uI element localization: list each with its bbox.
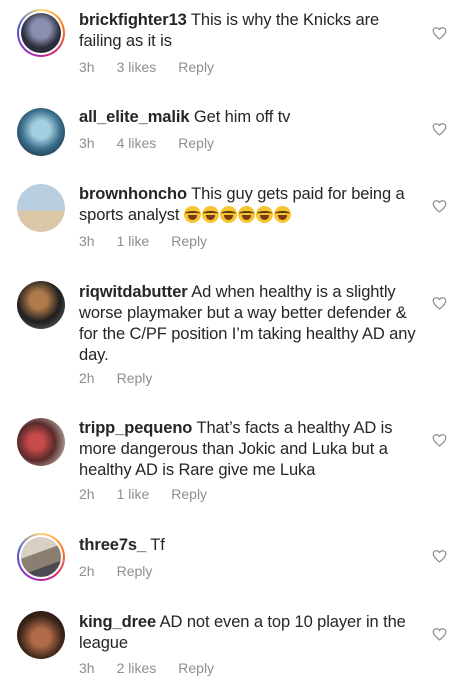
reply-button[interactable]: Reply [178, 59, 214, 75]
avatar-wrapper[interactable] [17, 281, 65, 329]
comment-likes[interactable]: 3 likes [117, 59, 157, 75]
heart-outline-icon[interactable] [432, 122, 447, 136]
heart-outline-icon[interactable] [432, 26, 447, 40]
avatar-wrapper[interactable] [17, 184, 65, 232]
reply-button[interactable]: Reply [178, 135, 214, 151]
reply-button[interactable]: Reply [117, 370, 153, 386]
comment-meta: 2h 1 like Reply [79, 486, 229, 502]
comment-username[interactable]: three7s_ [79, 536, 146, 554]
laughing-tears-emoji [273, 206, 291, 223]
comment-time: 2h [79, 486, 95, 502]
comment-meta: 3h 2 likes Reply [79, 660, 236, 676]
avatar [17, 281, 65, 329]
avatar-wrapper[interactable] [17, 611, 65, 659]
comment-time: 2h [79, 563, 95, 579]
heart-outline-icon[interactable] [432, 549, 447, 563]
laughing-tears-emoji [237, 206, 255, 223]
heart-outline-icon[interactable] [432, 627, 447, 641]
comment-username[interactable]: brownhoncho [79, 185, 187, 203]
comment-likes[interactable]: 1 like [117, 486, 150, 502]
heart-outline-icon[interactable] [432, 296, 447, 310]
comment-meta: 2h Reply [79, 370, 174, 386]
comment-meta: 3h 1 like Reply [79, 233, 229, 249]
avatar-wrapper[interactable] [17, 418, 65, 466]
reply-button[interactable]: Reply [171, 233, 207, 249]
comment-username[interactable]: riqwitdabutter [79, 283, 188, 301]
avatar [17, 611, 65, 659]
comment-time: 3h [79, 233, 95, 249]
laughing-tears-emoji [183, 206, 201, 223]
comment-text: Get him off tv [193, 108, 291, 126]
avatar-story-ring[interactable] [17, 9, 65, 57]
comment-time: 2h [79, 370, 95, 386]
laughing-tears-emoji [201, 206, 219, 223]
comment-likes[interactable]: 4 likes [117, 135, 157, 151]
reply-button[interactable]: Reply [117, 563, 153, 579]
comment-username[interactable]: all_elite_malik [79, 108, 190, 126]
comment-time: 3h [79, 135, 95, 151]
comment-time: 3h [79, 660, 95, 676]
avatar-wrapper[interactable] [17, 108, 65, 156]
comment-meta: 3h 3 likes Reply [79, 59, 236, 75]
comment-username[interactable]: brickfighter13 [79, 11, 187, 29]
avatar [17, 184, 65, 232]
avatar [17, 418, 65, 466]
comment-meta: 2h Reply [79, 563, 174, 579]
heart-outline-icon[interactable] [432, 433, 447, 447]
comment-username[interactable]: king_dree [79, 613, 156, 631]
comment-time: 3h [79, 59, 95, 75]
comment-meta: 3h 4 likes Reply [79, 135, 236, 151]
comment-likes[interactable]: 1 like [117, 233, 150, 249]
avatar [17, 108, 65, 156]
reply-button[interactable]: Reply [178, 660, 214, 676]
avatar-story-ring[interactable] [17, 533, 65, 581]
heart-outline-icon[interactable] [432, 199, 447, 213]
laughing-tears-emoji [255, 206, 273, 223]
laughing-tears-emoji-group [183, 206, 292, 224]
avatar [21, 13, 61, 53]
comment-username[interactable]: tripp_pequeno [79, 419, 192, 437]
avatar [21, 537, 61, 577]
comment-text: Tf [150, 536, 165, 554]
comment-likes[interactable]: 2 likes [117, 660, 157, 676]
reply-button[interactable]: Reply [171, 486, 207, 502]
laughing-tears-emoji [219, 206, 237, 223]
